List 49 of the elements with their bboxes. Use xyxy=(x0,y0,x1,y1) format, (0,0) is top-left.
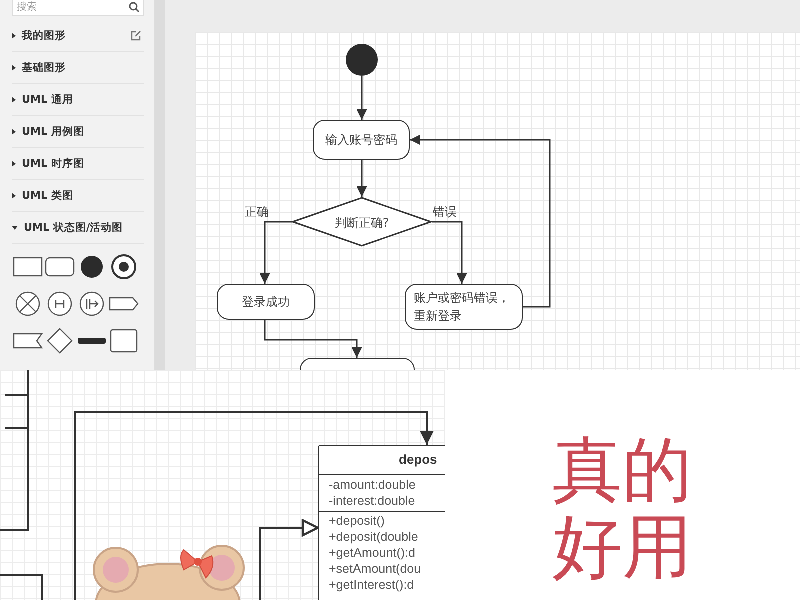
square-shape-icon[interactable] xyxy=(110,328,138,352)
class-method: +deposit() xyxy=(329,513,386,529)
class-method: +setAmount(dou xyxy=(329,561,422,577)
search-icon xyxy=(129,2,140,13)
arrow-connector xyxy=(260,221,292,284)
sidebar-item[interactable]: 基础图形 xyxy=(12,52,144,84)
sidebar-item[interactable]: UML 用例图 xyxy=(12,116,144,148)
arrow-connector xyxy=(356,160,368,197)
start-node xyxy=(346,44,378,76)
category-label: UML 类图 xyxy=(22,188,74,202)
class-attribute: -amount:double xyxy=(329,477,417,493)
crossed-circle-shape-icon[interactable] xyxy=(15,290,41,316)
edge-label: 正确 xyxy=(245,204,269,221)
flag-shape-icon[interactable] xyxy=(13,332,43,350)
class-attribute: -interest:double xyxy=(329,493,416,509)
h-circle-shape-icon[interactable] xyxy=(47,290,73,316)
class-method: +deposit(double xyxy=(329,529,420,545)
class-name: depos xyxy=(398,451,438,469)
arrow-connector xyxy=(356,76,368,120)
class-method: +getInterest():d xyxy=(329,577,416,593)
category-label: 基础图形 xyxy=(22,60,67,74)
category-label: UML 通用 xyxy=(22,92,74,106)
edit-icon[interactable] xyxy=(131,30,142,41)
bar-shape-icon[interactable] xyxy=(78,338,106,344)
connector-line xyxy=(0,574,43,600)
action-node: 输入账号密码 xyxy=(313,120,410,160)
category-label: 我的图形 xyxy=(22,28,67,42)
sidebar-item[interactable]: UML 类图 xyxy=(12,180,144,212)
slogan-text: 真的好用 xyxy=(552,432,692,586)
sidebar-item[interactable]: UML 状态图/活动图 xyxy=(12,212,144,244)
edge-label: 错误 xyxy=(433,204,457,221)
class-method: +getAmount():d xyxy=(329,545,417,561)
search-field[interactable]: 搜索 xyxy=(12,0,144,16)
sidebar-item[interactable]: 我的图形 xyxy=(12,20,144,52)
category-label: UML 时序图 xyxy=(22,156,86,170)
rectangle-shape-icon[interactable] xyxy=(13,256,43,278)
ring-circle-shape-icon[interactable] xyxy=(111,254,137,280)
filled-circle-shape-icon[interactable] xyxy=(80,254,104,278)
sidebar-item[interactable]: UML 时序图 xyxy=(12,148,144,180)
action-node: 账户或密码错误，重新登录 xyxy=(405,284,523,330)
rounded-rectangle-shape-icon[interactable] xyxy=(45,256,75,278)
category-label: UML 用例图 xyxy=(22,124,86,138)
category-label: UML 状态图/活动图 xyxy=(24,220,124,234)
action-node: 登录成功 xyxy=(217,284,315,320)
fork-circle-shape-icon[interactable] xyxy=(79,290,105,316)
sidebar-item[interactable]: UML 通用 xyxy=(12,84,144,116)
tag-shape-icon[interactable] xyxy=(109,296,139,312)
decision-node: 判断正确? xyxy=(292,197,432,247)
diamond-shape-icon[interactable] xyxy=(47,328,73,354)
